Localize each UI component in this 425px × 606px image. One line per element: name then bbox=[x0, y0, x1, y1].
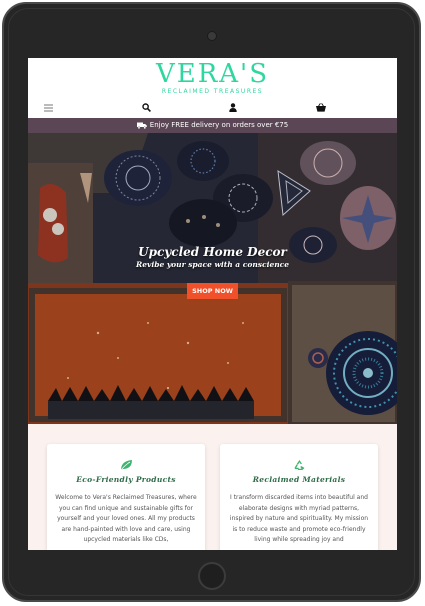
hero-subtitle: Revibe your space with a conscience bbox=[135, 260, 290, 269]
truck-icon bbox=[136, 122, 147, 129]
feature-text: I transform discarded items into beautif… bbox=[229, 494, 369, 543]
home-button[interactable] bbox=[198, 562, 226, 590]
feature-text: Welcome to Vera's Reclaimed Treasures, w… bbox=[55, 494, 197, 543]
menu-icon[interactable] bbox=[44, 104, 53, 112]
feature-card-materials: Reclaimed Materials I transform discarde… bbox=[220, 444, 378, 550]
web-page: VERA'S RECLAIMED TREASURES Enjoy FREE de… bbox=[28, 58, 397, 550]
leaf-icon bbox=[120, 460, 132, 471]
hero-banner: Upcycled Home Decor Revibe your space wi… bbox=[28, 133, 397, 424]
site-logo[interactable]: VERA'S RECLAIMED TREASURES bbox=[28, 60, 397, 95]
features-section: Eco-Friendly Products Welcome to Vera's … bbox=[28, 424, 397, 550]
delivery-text: Enjoy FREE delivery on orders over €75 bbox=[149, 121, 289, 129]
feature-card-eco: Eco-Friendly Products Welcome to Vera's … bbox=[47, 444, 205, 550]
logo-tagline: RECLAIMED TREASURES bbox=[161, 88, 264, 95]
recycle-icon bbox=[294, 460, 304, 470]
search-icon[interactable] bbox=[142, 103, 151, 112]
feature-title: Reclaimed Materials bbox=[252, 475, 346, 484]
feature-title: Eco-Friendly Products bbox=[76, 475, 176, 484]
delivery-banner: Enjoy FREE delivery on orders over €75 bbox=[28, 118, 397, 133]
account-icon[interactable] bbox=[229, 103, 237, 112]
hero-title: Upcycled Home Decor bbox=[138, 245, 287, 259]
hero-image bbox=[28, 133, 397, 424]
logo-name: VERA'S bbox=[155, 59, 270, 89]
basket-icon[interactable] bbox=[316, 103, 326, 112]
camera-icon bbox=[207, 31, 217, 41]
shop-now-button[interactable]: SHOP NOW bbox=[187, 283, 238, 299]
